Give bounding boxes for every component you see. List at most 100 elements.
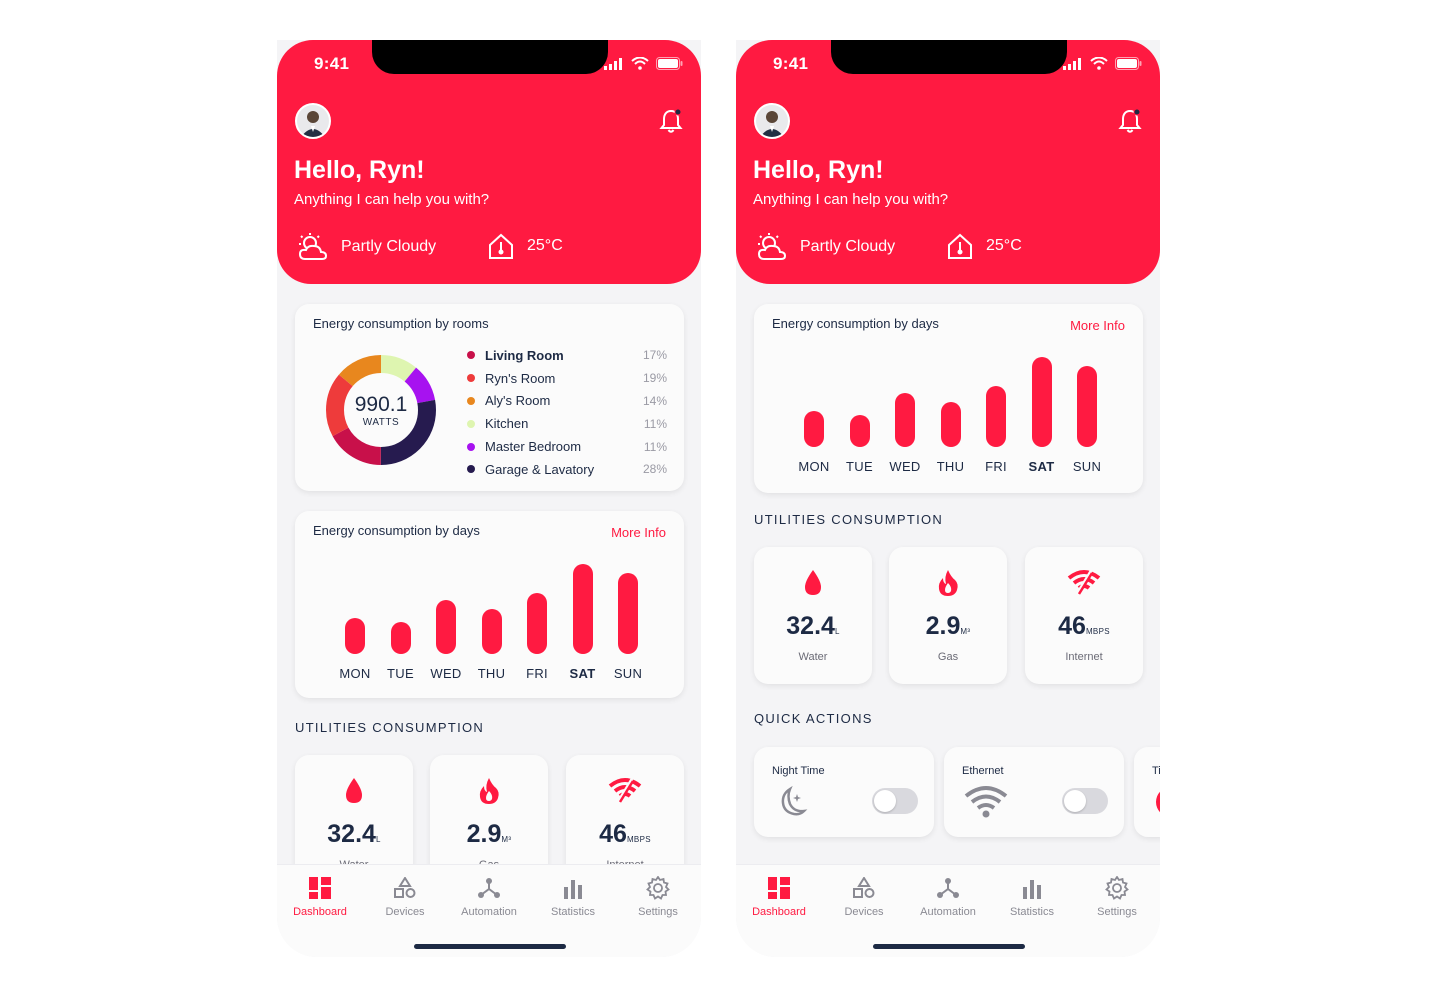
- legend-percent: 11%: [643, 416, 667, 431]
- home-temperature-icon: [489, 233, 513, 259]
- bar-thu[interactable]: [940, 402, 961, 447]
- days-bar-chart: MON TUE WED THU FRI SAT SUN: [333, 511, 643, 698]
- wifi-icon: [1025, 569, 1143, 600]
- quick-action-ethernet[interactable]: Ethernet: [944, 747, 1124, 837]
- legend-percent: 28%: [642, 462, 667, 477]
- bar-sun[interactable]: [618, 573, 638, 654]
- tab-label: Devices: [385, 906, 425, 918]
- night-time-toggle[interactable]: [872, 788, 918, 814]
- gas-number: 2.9: [925, 612, 961, 640]
- notch: [372, 40, 608, 74]
- home-indicator[interactable]: [873, 944, 1025, 949]
- avatar[interactable]: [295, 103, 331, 139]
- bar-mon[interactable]: [345, 618, 365, 654]
- quick-action-night-time[interactable]: Night Time: [754, 747, 934, 837]
- status-icons: [1063, 57, 1142, 70]
- internet-value: 46MBPS: [1025, 612, 1143, 641]
- legend-name: Aly's Room: [485, 393, 551, 409]
- water-utility-card[interactable]: 32.4L Water: [754, 547, 872, 684]
- moon-icon: [774, 785, 808, 824]
- home-indicator[interactable]: [414, 944, 566, 949]
- bar-tue[interactable]: [390, 622, 411, 654]
- tab-automation[interactable]: Automation: [447, 875, 531, 918]
- quick-action-label: Night Time: [772, 765, 825, 777]
- legend-row-garage-lavatory[interactable]: Garage & Lavatory 28%: [467, 458, 667, 481]
- bar-sat[interactable]: [572, 564, 593, 654]
- day-label-sun: SUN: [613, 666, 643, 681]
- phone-screen-dashboard-scrolled: 9:41 Hello, Ryn! Anything I can help you…: [736, 40, 1160, 957]
- bar-wed[interactable]: [895, 393, 915, 447]
- quick-action-label: Ethernet: [962, 765, 1004, 777]
- bar-fri[interactable]: [986, 386, 1006, 447]
- internet-number: 46: [599, 820, 627, 848]
- legend-row-living-room[interactable]: Living Room 17%: [467, 344, 667, 367]
- notification-bell-icon[interactable]: [1118, 108, 1142, 139]
- temperature-value: 25°C: [527, 237, 563, 254]
- tab-statistics[interactable]: Statistics: [531, 875, 615, 918]
- header: 9:41 Hello, Ryn! Anything I can help you…: [736, 40, 1160, 284]
- legend-row-ryns-room[interactable]: Ryn's Room 19%: [467, 367, 667, 390]
- day-label-tue: TUE: [387, 666, 414, 681]
- quick-actions-title: QUICK ACTIONS: [754, 711, 873, 726]
- bar-tue[interactable]: [849, 415, 870, 447]
- tab-automation[interactable]: Automation: [906, 875, 990, 918]
- tab-dashboard[interactable]: Dashboard: [278, 875, 362, 918]
- water-drop-icon: [754, 569, 872, 602]
- legend-percent: 11%: [643, 439, 667, 454]
- total-watts-unit: WATTS: [362, 416, 400, 428]
- tab-devices[interactable]: Devices: [363, 875, 447, 918]
- rooms-consumption-card[interactable]: Energy consumption by rooms 990.1 WATTS …: [295, 304, 684, 491]
- tab-label: Automation: [461, 906, 517, 918]
- gas-utility-card[interactable]: 2.9M³ Gas: [889, 547, 1007, 684]
- legend-percent: 19%: [642, 371, 667, 386]
- bottom-tab-bar: Dashboard Devices Automation Statistics …: [277, 864, 701, 957]
- greeting-title: Hello, Ryn!: [294, 156, 425, 184]
- day-label-fri: FRI: [526, 666, 548, 681]
- bar-sat[interactable]: [1031, 357, 1052, 447]
- toggle-knob: [874, 790, 896, 812]
- notification-bell-icon[interactable]: [659, 108, 683, 139]
- partly-cloudy-icon: [298, 233, 328, 260]
- day-label-mon: MON: [339, 666, 371, 681]
- quick-action-partial[interactable]: Ti: [1134, 747, 1160, 837]
- avatar[interactable]: [754, 103, 790, 139]
- donut-center: 990.1 WATTS: [321, 350, 441, 470]
- toggle-knob: [1064, 790, 1086, 812]
- bar-sun[interactable]: [1077, 366, 1097, 447]
- indoor-temperature: 25°C: [487, 232, 563, 260]
- days-consumption-card[interactable]: Energy consumption by days More Info MON…: [295, 511, 684, 698]
- day-label-wed: WED: [430, 666, 462, 681]
- tab-settings[interactable]: Settings: [616, 875, 700, 918]
- water-unit: L: [375, 835, 381, 844]
- tab-label: Automation: [920, 906, 976, 918]
- statistics-icon: [531, 875, 615, 901]
- tab-devices[interactable]: Devices: [822, 875, 906, 918]
- day-label-mon: MON: [798, 459, 830, 474]
- ethernet-toggle[interactable]: [1062, 788, 1108, 814]
- greeting-subtitle: Anything I can help you with?: [294, 191, 490, 208]
- bar-mon[interactable]: [804, 411, 824, 447]
- internet-value: 46MBPS: [566, 820, 684, 849]
- water-label: Water: [798, 651, 828, 663]
- legend-row-kitchen[interactable]: Kitchen 11%: [467, 412, 667, 435]
- status-icons: [604, 57, 683, 70]
- settings-icon: [616, 875, 700, 901]
- legend-row-master-bedroom[interactable]: Master Bedroom 11%: [467, 435, 667, 458]
- tab-dashboard[interactable]: Dashboard: [737, 875, 821, 918]
- gas-value: 2.9M³: [430, 820, 548, 849]
- tab-settings[interactable]: Settings: [1075, 875, 1159, 918]
- bar-thu[interactable]: [481, 609, 502, 654]
- legend-dot: [467, 351, 475, 360]
- internet-unit: MBPS: [626, 835, 651, 844]
- legend-row-alys-room[interactable]: Aly's Room 14%: [467, 390, 667, 413]
- status-time: 9:41: [773, 54, 809, 73]
- legend-name: Master Bedroom: [485, 439, 582, 455]
- tab-statistics[interactable]: Statistics: [990, 875, 1074, 918]
- tab-label: Dashboard: [752, 906, 806, 918]
- day-label-sat: SAT: [1028, 459, 1055, 474]
- days-consumption-card[interactable]: Energy consumption by days More Info MON…: [754, 304, 1143, 493]
- internet-utility-card[interactable]: 46MBPS Internet: [1025, 547, 1143, 684]
- bar-fri[interactable]: [527, 593, 547, 654]
- internet-number: 46: [1058, 612, 1086, 640]
- bar-wed[interactable]: [436, 600, 456, 654]
